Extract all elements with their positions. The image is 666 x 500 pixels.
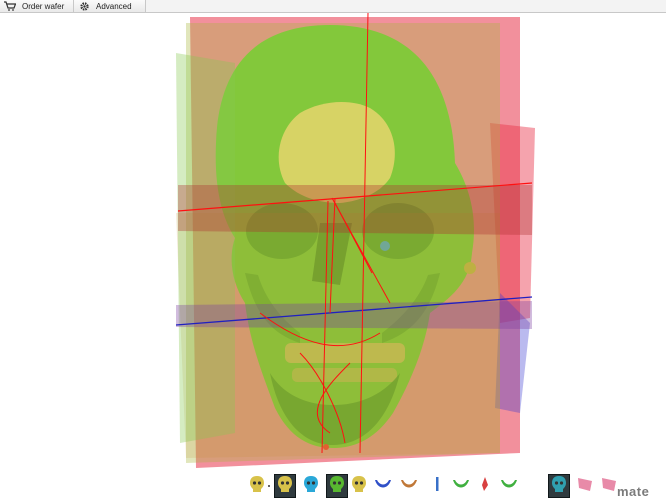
thumbnail-10[interactable] — [474, 474, 496, 498]
mandible-green-icon — [452, 476, 470, 497]
advanced-button[interactable]: Advanced — [74, 0, 146, 12]
thumbnail-13[interactable] — [574, 474, 596, 498]
thumbnail-11[interactable] — [498, 474, 520, 498]
thumbnail-3[interactable] — [300, 474, 322, 498]
top-toolbar: Order wafer Advanced — [0, 0, 666, 13]
thumbnail-6[interactable] — [372, 474, 394, 498]
skull-teal-icon — [551, 475, 567, 498]
plane-pink-icon — [576, 475, 594, 498]
advanced-label: Advanced — [96, 1, 132, 11]
thumbnail-2[interactable] — [274, 474, 296, 498]
thumbnail-1[interactable] — [246, 474, 268, 498]
thumbnail-9[interactable] — [450, 474, 472, 498]
object-thumbnail-bar — [0, 472, 666, 500]
skull-green-icon — [329, 475, 345, 498]
order-wafer-button[interactable]: Order wafer — [0, 0, 74, 12]
chin-red-icon — [478, 475, 492, 498]
ramus-blue-icon — [431, 475, 443, 498]
axial-plane-lower — [176, 301, 532, 329]
separator-dot — [268, 485, 270, 487]
skull-yellow-icon — [277, 475, 293, 498]
thumbnail-7[interactable] — [398, 474, 420, 498]
skull-yellow-icon — [351, 475, 367, 498]
brand-logo: mate — [617, 484, 650, 499]
thumbnail-5[interactable] — [348, 474, 370, 498]
skull-blue-icon — [303, 475, 319, 498]
gear-icon — [78, 1, 90, 11]
plane-pink-icon — [600, 475, 618, 498]
mandible-brown-icon — [400, 476, 418, 497]
axial-plane-upper — [178, 185, 532, 235]
thumbnail-12[interactable] — [548, 474, 570, 498]
mandible-green-icon — [500, 476, 518, 497]
3d-viewport[interactable] — [0, 13, 666, 472]
cart-icon — [4, 1, 16, 11]
maxilla-blue-icon — [374, 476, 392, 497]
order-wafer-label: Order wafer — [22, 1, 65, 11]
thumbnail-4[interactable] — [326, 474, 348, 498]
side-plane-left — [176, 53, 235, 443]
thumbnail-8[interactable] — [426, 474, 448, 498]
skull-yellow-icon — [249, 475, 265, 498]
